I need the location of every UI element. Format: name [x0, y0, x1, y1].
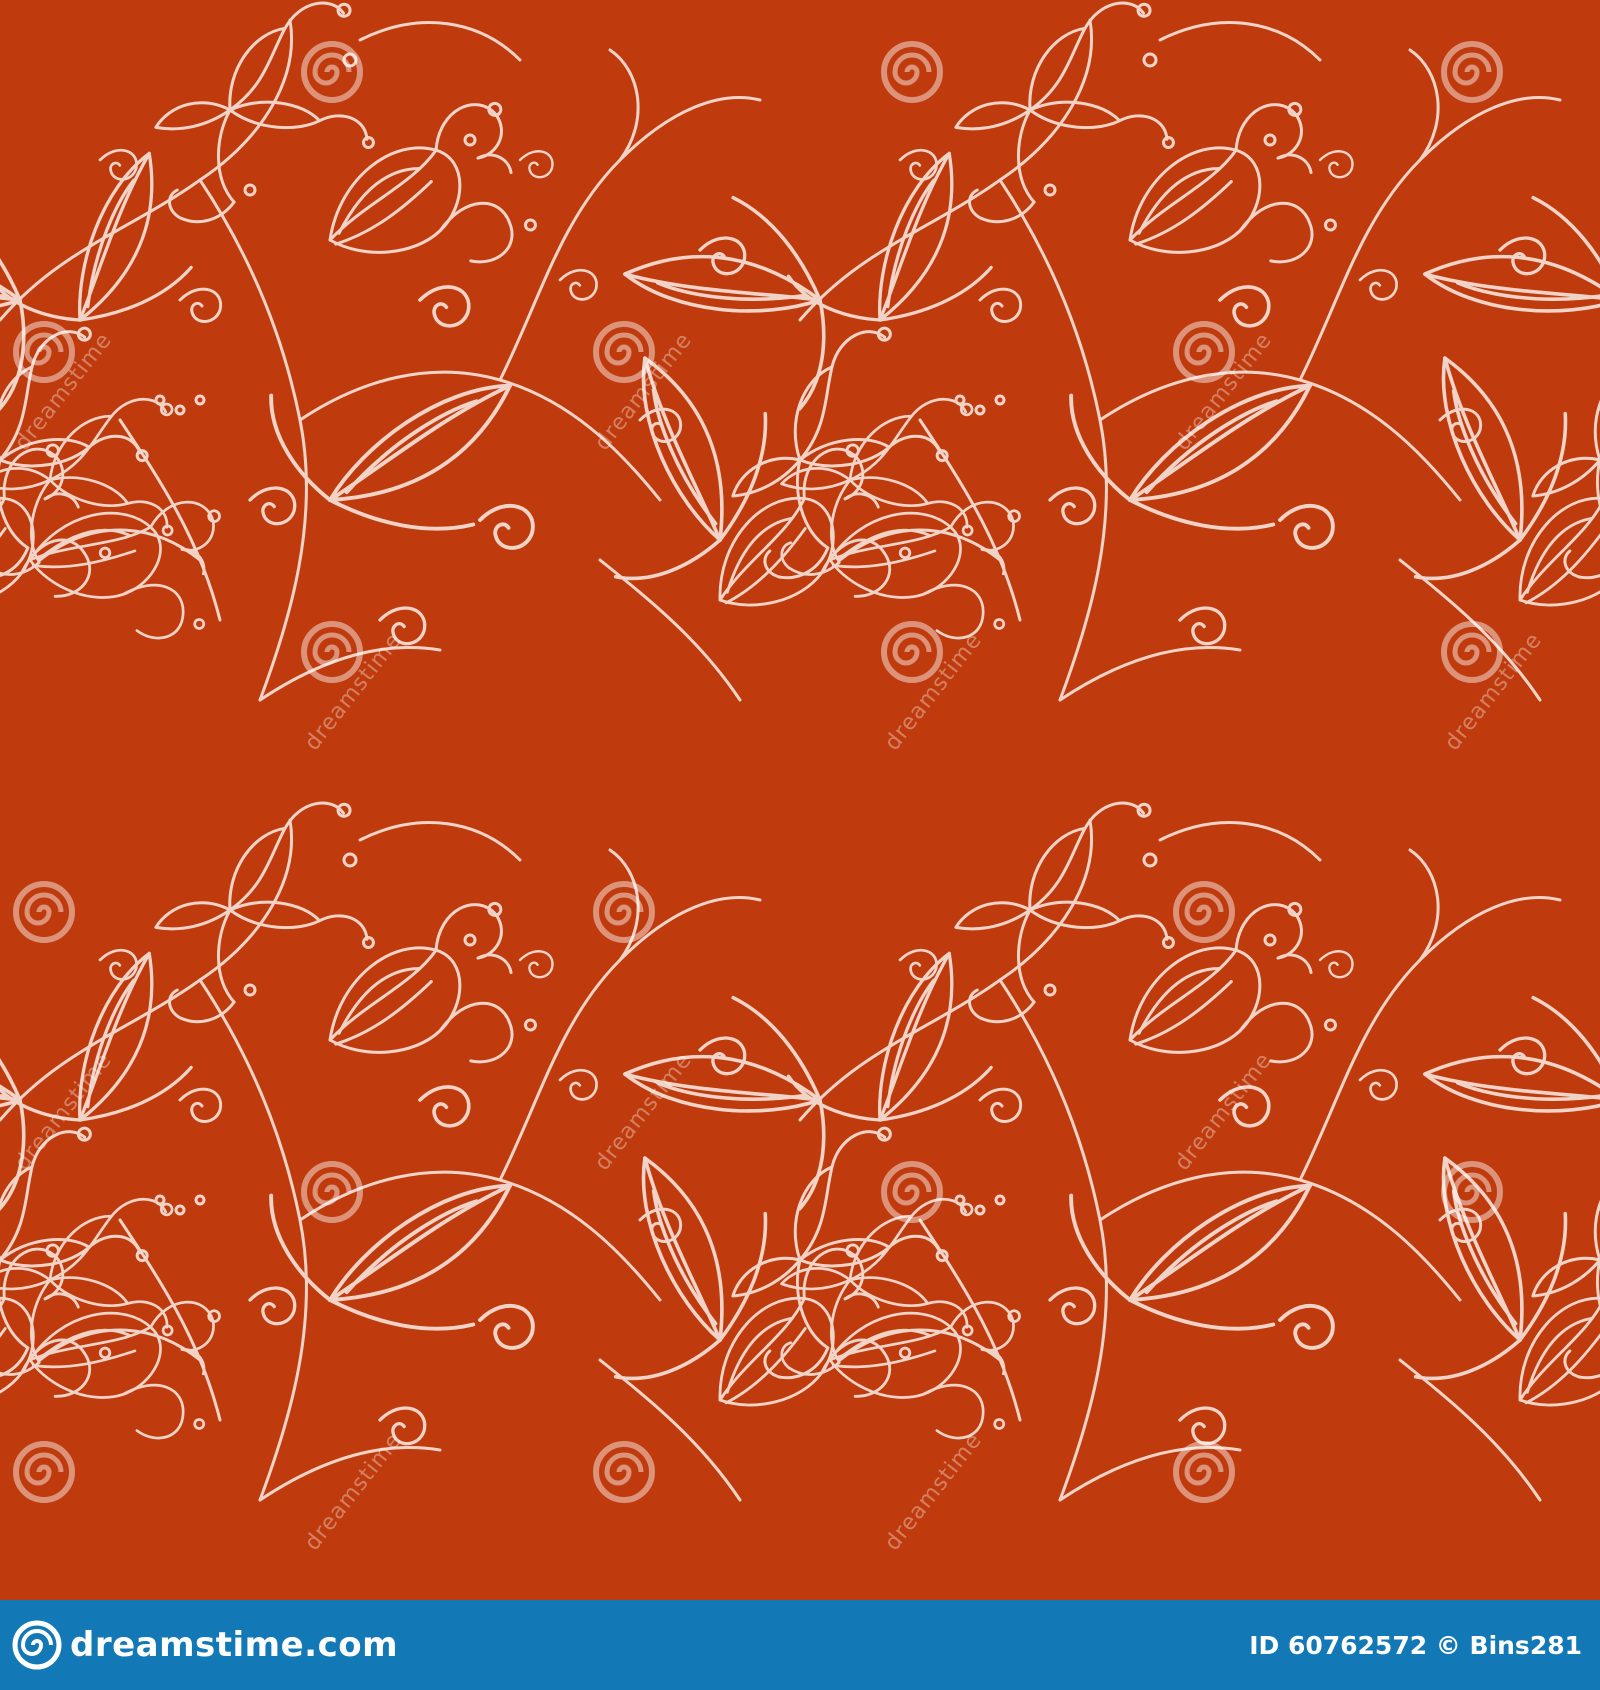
background: [0, 0, 1600, 1600]
pattern-canvas: [0, 0, 1600, 1600]
dreamstime-logo-icon: [12, 1620, 62, 1670]
footer-image-credit: ID 60762572 © Bins281: [1249, 1630, 1582, 1660]
floral-pattern-image: dreamstime dreamstime dreamstime dreamstime…: [0, 0, 1600, 1600]
footer-site-name: dreamstime.com: [70, 1625, 399, 1665]
image-footer-bar: dreamstime.com ID 60762572 © Bins281: [0, 1600, 1600, 1690]
footer-brand: dreamstime.com: [12, 1620, 398, 1670]
